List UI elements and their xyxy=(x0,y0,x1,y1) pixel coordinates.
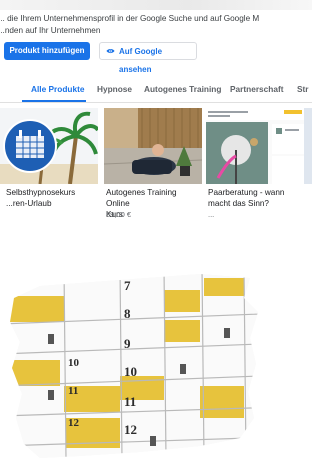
product-title-line-1: Selbsthypnosekurs xyxy=(6,188,76,197)
tab-str[interactable]: Str xyxy=(297,84,309,94)
product-thumbnail xyxy=(206,108,304,184)
eye-icon xyxy=(106,48,115,54)
tab-all-products[interactable]: Alle Produkte xyxy=(31,84,84,94)
active-tab-indicator xyxy=(22,100,86,102)
product-title: Selbsthypnosekurs ...ren-Urlaub xyxy=(6,187,96,209)
calendar-number: 8 xyxy=(124,306,131,321)
product-card[interactable]: Selbsthypnosekurs ...ren-Urlaub xyxy=(0,108,98,230)
product-price: 89,00 € xyxy=(106,210,132,219)
calendar-number: 12 xyxy=(68,417,80,429)
product-category-tabs: Alle Produkte Hypnose Autogenes Training… xyxy=(0,78,312,103)
product-card[interactable]: Autogenes Training Online Kurs 89,00 € xyxy=(104,108,202,230)
calendar-number: 10 xyxy=(68,357,80,369)
view-on-google-label: Auf Google ansehen xyxy=(119,47,163,74)
calendar-number: 11 xyxy=(68,385,78,397)
product-card-partial[interactable] xyxy=(304,108,312,230)
product-title-line-1: Autogenes Training Online xyxy=(106,188,177,208)
tab-partnerschaft[interactable]: Partnerschaft xyxy=(230,84,284,94)
product-price: ... xyxy=(208,210,215,219)
product-thumbnail xyxy=(104,108,202,184)
product-title-line-2: ...ren-Urlaub xyxy=(6,199,52,208)
tab-autogenes-training[interactable]: Autogenes Training xyxy=(144,84,221,94)
calendar-number: 9 xyxy=(124,336,131,351)
calendar-number: 12 xyxy=(124,422,137,437)
google-business-products-panel: ... die Ihrem Unternehmensprofil in der … xyxy=(0,0,312,232)
calendar-illustration: 7 8 9 10 11 12 10 11 12 xyxy=(0,268,312,459)
description-line-2: ...nden auf Ihr Unternehmen xyxy=(0,26,101,35)
product-thumbnail xyxy=(304,108,312,184)
calendar-number: 10 xyxy=(124,364,137,379)
view-on-google-button[interactable]: Auf Google ansehen xyxy=(99,42,197,74)
add-product-button[interactable]: Produkt hinzufügen xyxy=(4,42,90,60)
calendar-icon: 7 8 9 10 11 12 10 11 12 xyxy=(10,274,258,458)
product-card[interactable]: Paarberatung - wann macht das Sinn? ... xyxy=(206,108,304,230)
profile-description: ... die Ihrem Unternehmensprofil in der … xyxy=(0,13,308,37)
product-title-line-1: Paarberatung - wann xyxy=(208,188,285,197)
description-line-1: ... die Ihrem Unternehmensprofil in der … xyxy=(0,14,260,23)
calendar-number: 11 xyxy=(124,394,136,409)
product-thumbnail xyxy=(0,108,98,184)
product-title-line-2: macht das Sinn? xyxy=(208,199,269,208)
top-blur-strip xyxy=(0,0,312,10)
product-title: Paarberatung - wann macht das Sinn? xyxy=(208,187,304,209)
calendar-number: 7 xyxy=(124,278,131,293)
tab-hypnose[interactable]: Hypnose xyxy=(97,84,132,94)
palm-tree-icon xyxy=(0,108,98,184)
